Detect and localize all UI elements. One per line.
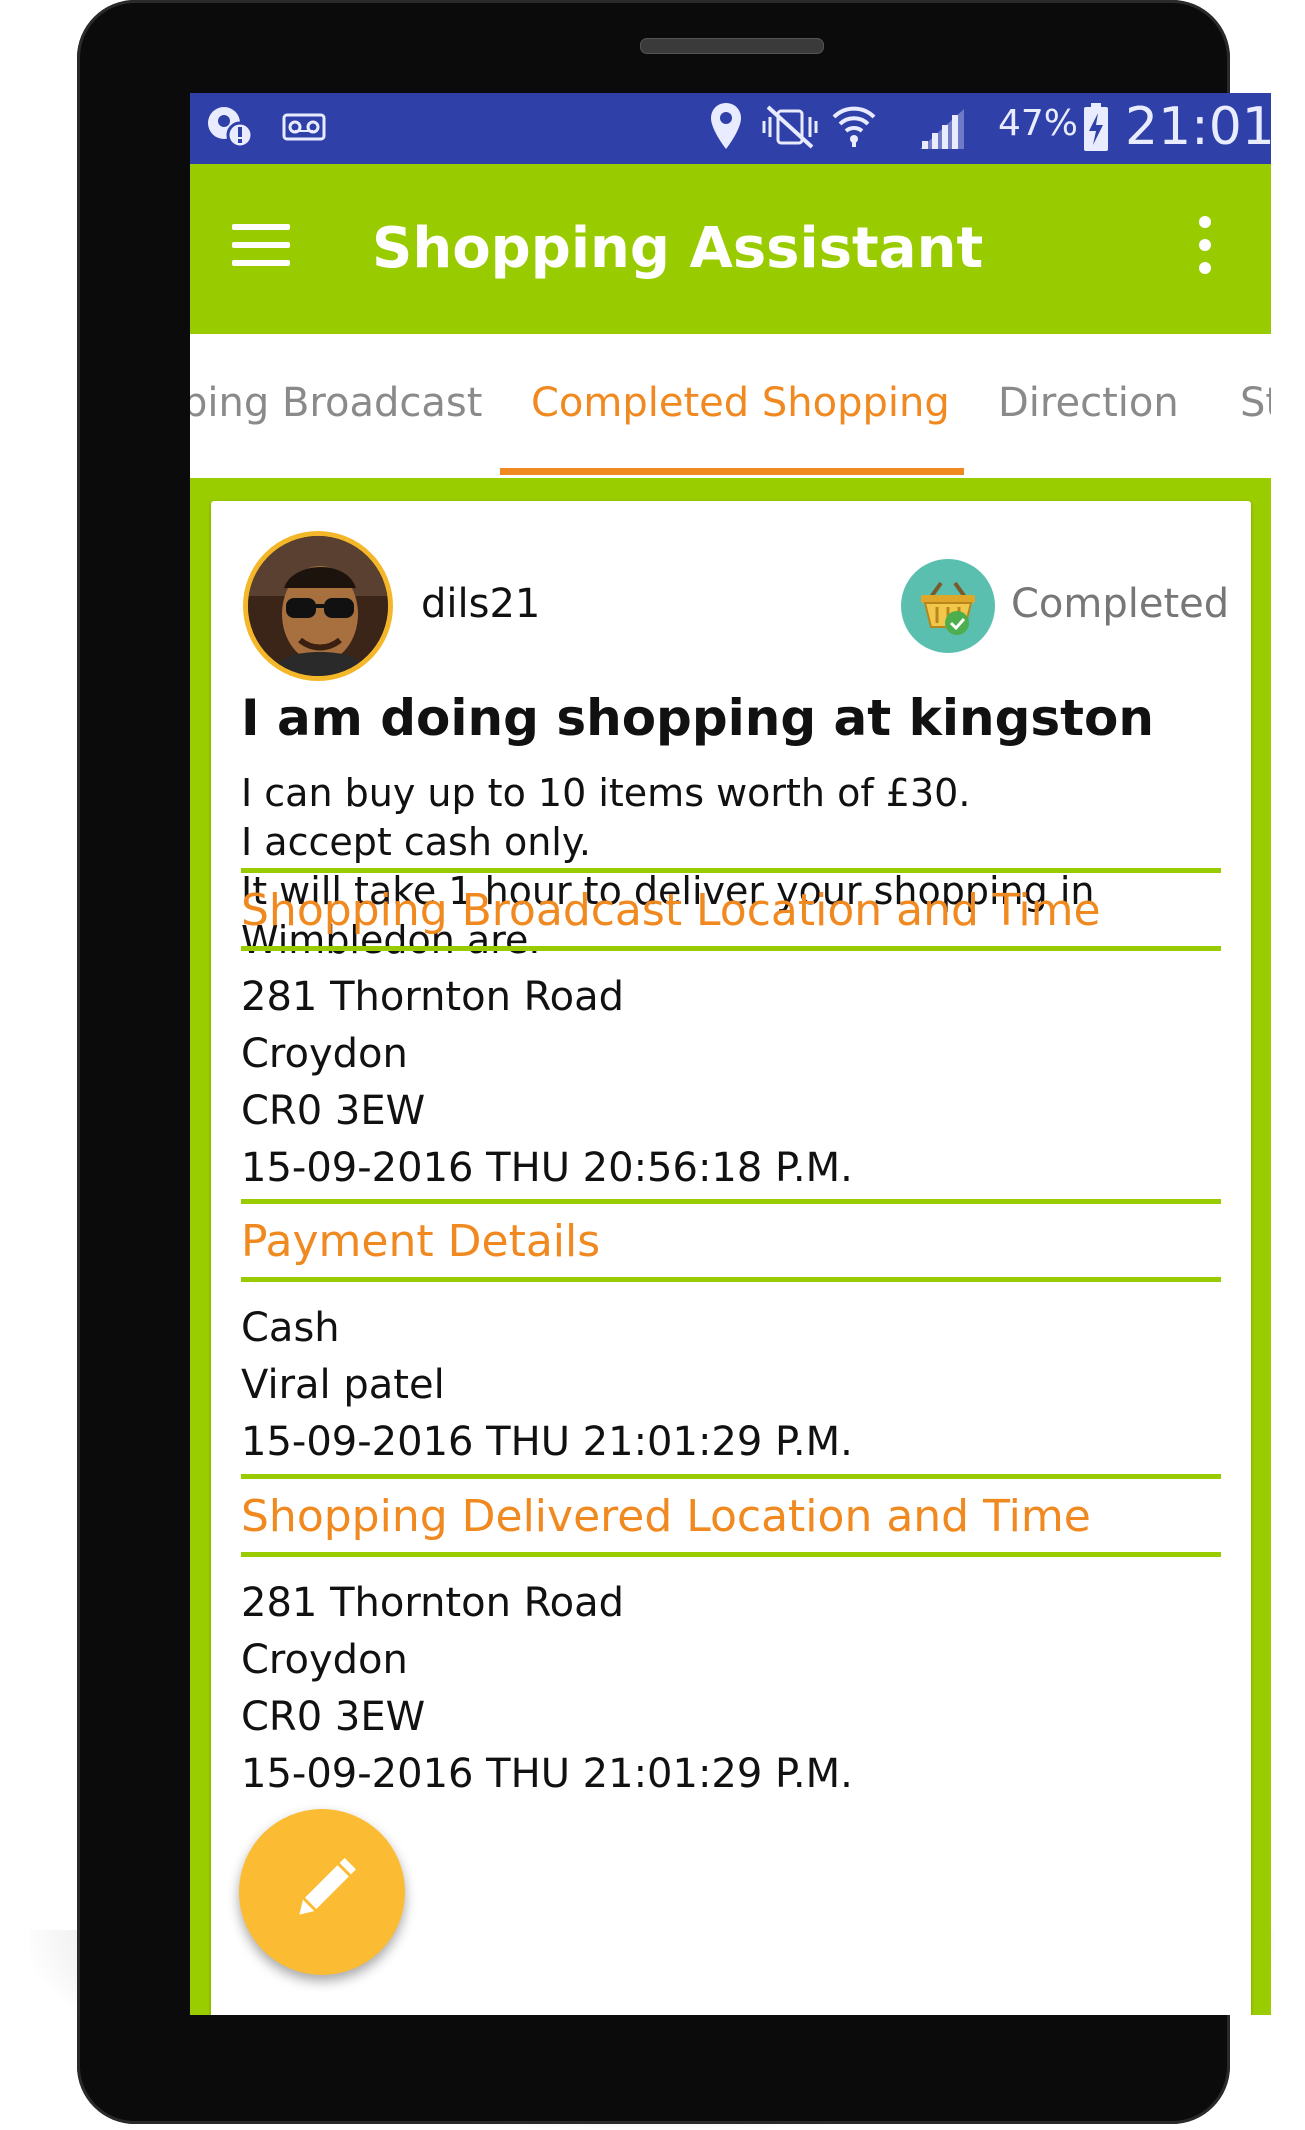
description-line: I accept cash only. — [241, 820, 592, 864]
shopping-card[interactable]: dils21 Completed I am doing shopping at … — [211, 501, 1251, 2015]
tab-shopping-broadcast[interactable]: ping Broadcast — [190, 380, 482, 426]
address-line: 281 Thornton Road — [241, 1580, 625, 1626]
tab-bar: ping Broadcast Completed Shopping Direct… — [190, 334, 1271, 478]
payment-method-line: Cash — [241, 1305, 340, 1351]
app-title: Shopping Assistant — [372, 216, 984, 281]
broadcast-location-section: Shopping Broadcast Location and Time 281… — [241, 868, 1221, 1197]
timestamp-line: 15-09-2016 THU 21:01:29 P.M. — [241, 1419, 853, 1465]
tab-completed-shopping[interactable]: Completed Shopping — [531, 380, 950, 426]
vibrate-off-icon — [762, 105, 818, 149]
location-pin-icon — [711, 103, 741, 149]
post-title: I am doing shopping at kingston — [241, 689, 1154, 747]
city-line: Croydon — [241, 1637, 408, 1683]
status-bar: 47% 21:01 — [190, 93, 1271, 164]
edit-fab-button[interactable] — [239, 1809, 405, 1975]
phone-frame: 47% 21:01 Shopping Assistant ping Broadc… — [77, 0, 1271, 2124]
section-title: Shopping Broadcast Location and Time — [241, 885, 1101, 936]
tab-indicator — [500, 468, 964, 475]
more-vert-icon[interactable] — [1190, 214, 1220, 284]
location-alert-icon — [208, 107, 254, 149]
timestamp-line: 15-09-2016 THU 21:01:29 P.M. — [241, 1751, 853, 1797]
timestamp-line: 15-09-2016 THU 20:56:18 P.M. — [241, 1145, 853, 1191]
payment-details-section: Payment Details Cash Viral patel 15-09-2… — [241, 1199, 1221, 1471]
hamburger-menu-icon[interactable] — [232, 222, 292, 272]
wifi-icon — [832, 106, 876, 147]
battery-percent: 47% — [998, 103, 1079, 144]
delivered-location-section: Shopping Delivered Location and Time 281… — [241, 1474, 1221, 1803]
app-bar: Shopping Assistant — [190, 164, 1271, 334]
section-title: Payment Details — [241, 1216, 601, 1267]
cell-signal-icon — [920, 109, 964, 149]
avatar[interactable] — [243, 531, 393, 681]
screen: 47% 21:01 Shopping Assistant ping Broadc… — [190, 93, 1271, 2015]
avatar-photo — [248, 536, 388, 676]
description-line: I can buy up to 10 items worth of £30. — [241, 771, 971, 815]
city-line: Croydon — [241, 1031, 408, 1077]
status-label: Completed — [1011, 581, 1230, 627]
payer-name-line: Viral patel — [241, 1362, 445, 1408]
tab-direction[interactable]: Direction — [998, 380, 1179, 426]
basket-check-icon — [901, 559, 995, 653]
earpiece-speaker — [640, 38, 824, 54]
username: dils21 — [421, 581, 541, 627]
status-clock: 21:01 — [1125, 97, 1271, 157]
edit-pencil-icon — [299, 1858, 356, 1915]
postcode-line: CR0 3EW — [241, 1088, 426, 1134]
battery-charging-icon — [1084, 103, 1108, 151]
address-line: 281 Thornton Road — [241, 974, 625, 1020]
postcode-line: CR0 3EW — [241, 1694, 426, 1740]
tab-next[interactable]: St — [1240, 380, 1271, 426]
voicemail-icon — [282, 113, 326, 141]
section-title: Shopping Delivered Location and Time — [241, 1491, 1091, 1542]
